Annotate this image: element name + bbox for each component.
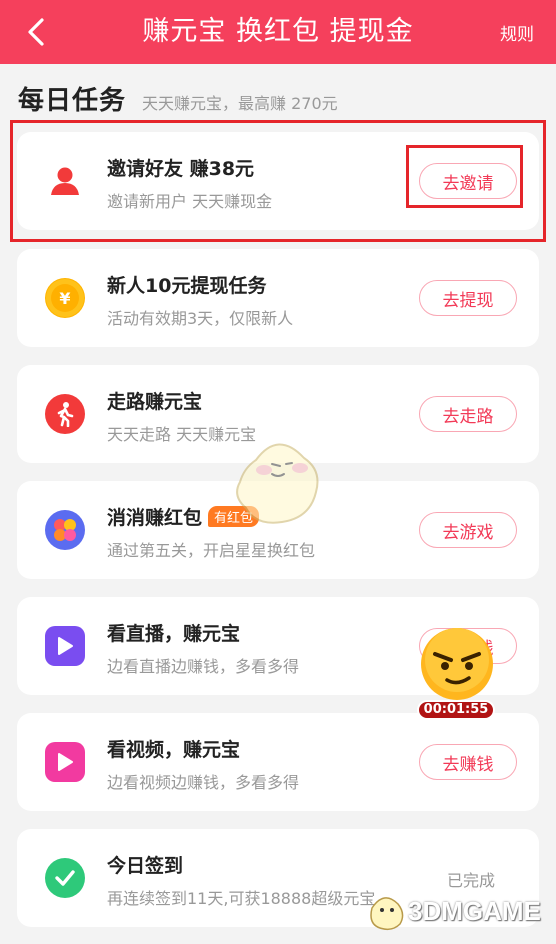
task-subtitle: 再连续签到11天,可获18888超级元宝 xyxy=(107,889,376,908)
task-card-video: 看视频，赚元宝 边看视频边赚钱，多看多得 去赚钱 xyxy=(17,713,539,811)
task-title: 走路赚元宝 xyxy=(107,391,203,413)
page-title: 赚元宝 换红包 提现金 xyxy=(142,16,414,47)
countdown-timer: 00:01:55 xyxy=(417,700,495,720)
section-subtitle: 天天赚元宝，最高赚 270元 xyxy=(142,94,338,113)
play-icon xyxy=(45,626,85,666)
site-watermark: 3DMGAME xyxy=(362,888,541,934)
highlight-box-invite-button xyxy=(406,145,523,208)
task-title-text: 消消赚红包 xyxy=(107,507,203,529)
task-subtitle: 边看直播边赚钱，多看多得 xyxy=(107,657,300,676)
play-icon xyxy=(45,742,85,782)
withdraw-button[interactable]: 去提现 xyxy=(419,280,517,316)
watermark-text: 3DMGAME xyxy=(408,895,541,926)
game-tiles-icon xyxy=(45,510,85,550)
game-button[interactable]: 去游戏 xyxy=(419,512,517,548)
task-title: 今日签到 xyxy=(107,855,184,877)
top-bar: 赚元宝 换红包 提现金 规则 xyxy=(0,0,556,64)
mascot-logo-icon xyxy=(370,897,404,931)
task-title: 看视频，赚元宝 xyxy=(107,739,241,761)
rules-button[interactable]: 规则 xyxy=(500,20,534,45)
svg-text:¥: ¥ xyxy=(59,289,70,308)
task-title: 看直播，赚元宝 xyxy=(107,623,241,645)
check-icon xyxy=(45,858,85,898)
task-subtitle: 通过第五关，开启星星换红包 xyxy=(107,541,316,560)
walking-icon xyxy=(45,394,85,434)
walk-button[interactable]: 去走路 xyxy=(419,396,517,432)
earn-button-video[interactable]: 去赚钱 xyxy=(419,744,517,780)
floating-timer-widget[interactable]: 00:01:55 xyxy=(417,624,499,724)
section-title: 每日任务 xyxy=(18,86,127,116)
mascot-watermark xyxy=(226,430,330,530)
task-subtitle: 活动有效期3天，仅限新人 xyxy=(107,309,294,328)
task-subtitle: 边看视频边赚钱，多看多得 xyxy=(107,773,300,792)
section-header: 每日任务 天天赚元宝，最高赚 270元 xyxy=(18,80,338,117)
task-title: 新人10元提现任务 xyxy=(107,275,267,297)
angry-emoji-icon xyxy=(421,628,493,700)
task-card-withdraw: ¥ 新人10元提现任务 活动有效期3天，仅限新人 去提现 xyxy=(17,249,539,347)
yen-coin-icon: ¥ xyxy=(45,278,85,318)
